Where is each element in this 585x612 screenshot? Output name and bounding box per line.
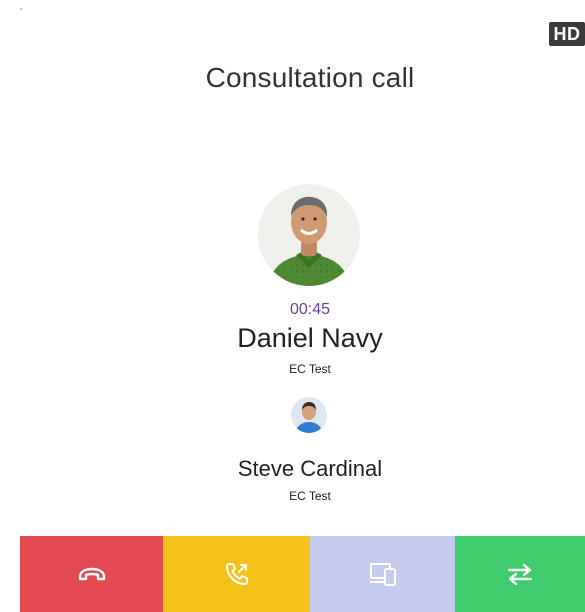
- held-party-subtitle: EC Test: [289, 489, 331, 503]
- hangup-icon: [78, 567, 105, 581]
- call-forward-button[interactable]: [163, 536, 310, 612]
- transfer-arrows-icon: [507, 563, 533, 586]
- avatar-portrait-icon: [258, 184, 360, 286]
- hangup-button[interactable]: [20, 536, 163, 612]
- active-party-subtitle: EC Test: [289, 362, 331, 376]
- devices-icon: [369, 563, 396, 586]
- switch-device-button[interactable]: [310, 536, 455, 612]
- avatar-held-party: [291, 397, 327, 433]
- page-title: Consultation call: [205, 62, 415, 93]
- held-party-name: Steve Cardinal: [237, 456, 383, 481]
- avatar-portrait-icon: [291, 397, 327, 433]
- transfer-button[interactable]: [455, 536, 585, 612]
- call-screen: HD Consultation call 00:45 Daniel Navy E…: [0, 0, 585, 612]
- hd-badge: HD: [549, 22, 585, 46]
- call-timer: 00:45: [289, 301, 331, 318]
- avatar-active-party: [258, 184, 360, 286]
- phone-forward-icon: [225, 563, 248, 585]
- active-party-name: Daniel Navy: [237, 323, 383, 353]
- call-action-bar: [20, 536, 585, 612]
- corner-dot: [20, 8, 22, 10]
